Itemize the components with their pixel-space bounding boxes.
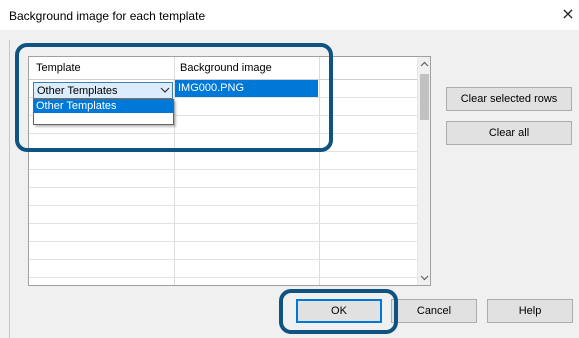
clear-all-button[interactable]: Clear all xyxy=(446,121,572,145)
background-image-cell[interactable]: IMG000.PNG xyxy=(175,80,318,97)
row-line xyxy=(29,133,417,134)
row-line xyxy=(29,151,417,152)
chevron-down-icon[interactable] xyxy=(160,86,170,94)
title-bar: Background image for each template × xyxy=(0,0,579,30)
cancel-button[interactable]: Cancel xyxy=(391,299,477,323)
row-line xyxy=(29,277,417,278)
row-line xyxy=(29,241,417,242)
grid-body: Template Background image IMG000.PNG Oth… xyxy=(29,57,417,285)
background-image-dialog: Background image for each template × Tem… xyxy=(0,0,579,338)
template-combobox-value: Other Templates xyxy=(37,85,118,97)
dialog-left-edge xyxy=(9,40,10,338)
clear-selected-rows-button[interactable]: Clear selected rows xyxy=(446,87,572,111)
template-background-grid[interactable]: Template Background image IMG000.PNG Oth… xyxy=(28,56,431,286)
dialog-title: Background image for each template xyxy=(9,9,206,23)
template-combobox[interactable]: Other Templates xyxy=(33,82,173,99)
column-divider xyxy=(319,57,320,285)
column-header-template[interactable]: Template xyxy=(31,57,174,79)
close-icon[interactable]: × xyxy=(559,5,577,23)
vertical-scrollbar[interactable] xyxy=(417,57,430,285)
scroll-up-arrow-icon[interactable] xyxy=(418,57,431,72)
row-line xyxy=(29,187,417,188)
column-header-background-image[interactable]: Background image xyxy=(175,57,319,79)
row-line xyxy=(29,205,417,206)
scroll-down-arrow-icon[interactable] xyxy=(418,270,431,285)
scrollbar-thumb[interactable] xyxy=(420,74,429,120)
row-line xyxy=(29,259,417,260)
dropdown-option-other-templates[interactable]: Other Templates xyxy=(34,100,173,113)
row-line xyxy=(29,223,417,224)
template-dropdown-list: Other Templates xyxy=(33,99,174,125)
row-line xyxy=(29,169,417,170)
ok-button[interactable]: OK xyxy=(296,299,382,323)
help-button[interactable]: Help xyxy=(487,299,573,323)
